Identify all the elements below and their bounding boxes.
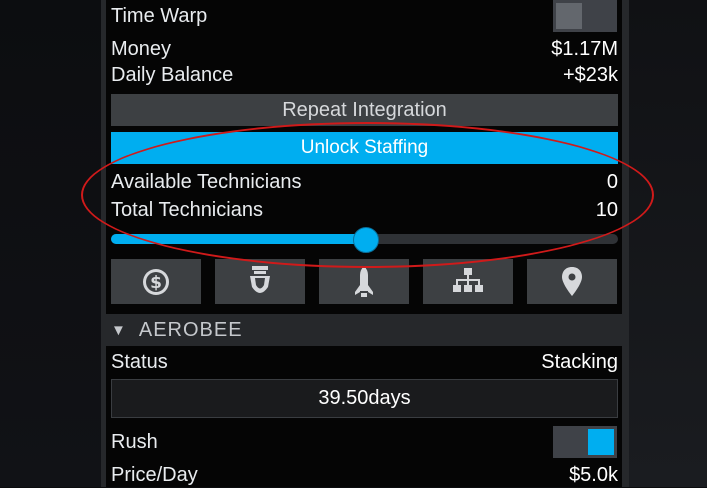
available-technicians-row: Available Technicians 0: [111, 169, 618, 195]
unlock-staffing-button[interactable]: Unlock Staffing: [111, 132, 618, 164]
price-per-day-label: Price/Day: [111, 463, 198, 486]
background-shape-right: [629, 0, 707, 487]
repeat-integration-button[interactable]: Repeat Integration: [111, 94, 618, 126]
background-shape-left: [0, 0, 101, 487]
duration-field: 39.50days: [111, 379, 618, 418]
price-per-day-value: $5.0k: [569, 463, 618, 486]
price-per-day-row: Price/Day $5.0k: [111, 462, 618, 488]
svg-text:$: $: [150, 273, 162, 293]
rockets-button[interactable]: [319, 259, 409, 304]
money-value: $1.17M: [551, 37, 618, 60]
time-warp-toggle[interactable]: [553, 0, 617, 32]
available-technicians-label: Available Technicians: [111, 170, 302, 193]
launch-sites-button[interactable]: [527, 259, 617, 304]
money-row: Money $1.17M: [111, 36, 618, 62]
rush-label: Rush: [111, 430, 158, 453]
tech-tree-button[interactable]: [423, 259, 513, 304]
daily-balance-row: Daily Balance +$23k: [111, 62, 618, 88]
slider-thumb[interactable]: [352, 227, 379, 253]
finance-button[interactable]: $: [111, 259, 201, 304]
daily-balance-value: +$23k: [562, 63, 618, 86]
collapse-chevron-icon: ▼: [111, 321, 127, 339]
status-row: Status Stacking: [111, 349, 618, 375]
total-technicians-label: Total Technicians: [111, 198, 263, 221]
money-label: Money: [111, 37, 172, 60]
status-label: Status: [111, 350, 168, 373]
slider-fill: [111, 234, 365, 244]
rush-toggle[interactable]: [553, 426, 617, 458]
toggle-knob: [556, 3, 582, 29]
engine-nozzle-icon: [250, 265, 270, 293]
hierarchy-icon: [453, 267, 483, 292]
rocket-icon: [355, 265, 373, 297]
engines-button[interactable]: [215, 259, 305, 304]
available-technicians-value: 0: [606, 170, 618, 193]
time-warp-row: Time Warp: [111, 3, 618, 29]
total-technicians-row: Total Technicians 10: [111, 197, 618, 223]
time-warp-label: Time Warp: [111, 4, 208, 27]
aerobee-section-header[interactable]: ▼ AEROBEE: [101, 314, 629, 346]
total-technicians-value: 10: [595, 198, 618, 221]
dollar-icon: $: [143, 268, 169, 295]
status-value: Stacking: [541, 350, 618, 373]
section-title: AEROBEE: [138, 318, 243, 341]
technician-slider[interactable]: [111, 227, 618, 253]
location-pin-icon: [562, 266, 582, 296]
daily-balance-label: Daily Balance: [111, 63, 234, 86]
toggle-knob: [588, 429, 614, 455]
rush-row: Rush: [111, 429, 618, 455]
